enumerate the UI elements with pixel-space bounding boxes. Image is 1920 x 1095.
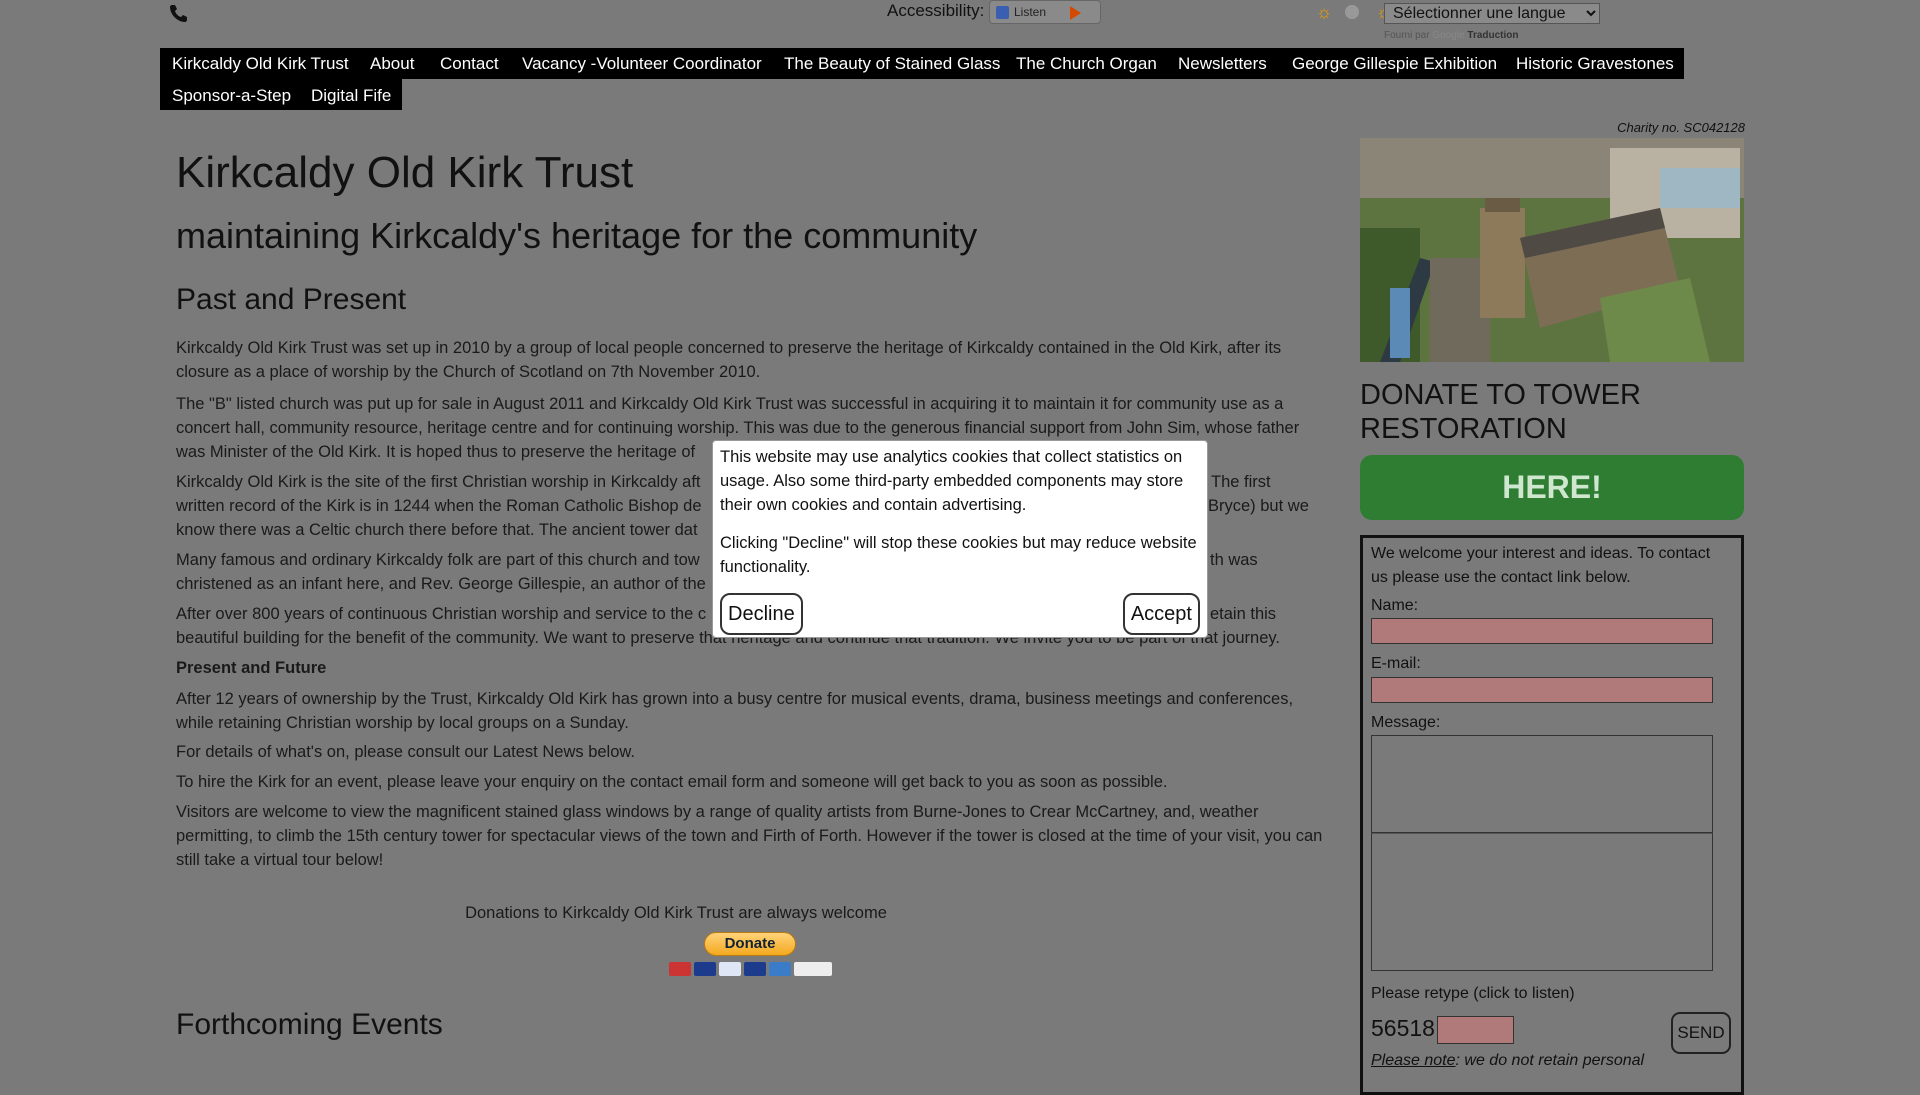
message-label: Message:	[1371, 714, 1441, 731]
google-translate-credit: Fourni par Google Traduction	[1384, 30, 1519, 41]
phone-icon[interactable]	[168, 3, 188, 23]
email-label: E-mail:	[1371, 655, 1421, 672]
listen-button[interactable]: Listen	[989, 0, 1101, 24]
paragraph: For details of what's on, please consult…	[176, 743, 635, 761]
nav-item-home[interactable]: Kirkcaldy Old Kirk Trust	[172, 54, 349, 74]
direct-debit-icon	[794, 962, 832, 976]
nav-item-church-organ[interactable]: The Church Organ	[1016, 54, 1157, 74]
message-textarea-extended[interactable]	[1371, 833, 1713, 971]
nav-item-about[interactable]: About	[370, 54, 414, 74]
section-heading-present-future: Present and Future	[176, 659, 327, 677]
captcha-code[interactable]: 56518	[1371, 1015, 1435, 1042]
captcha-input[interactable]	[1437, 1016, 1514, 1044]
contrast-reset-icon[interactable]	[1345, 5, 1359, 19]
listen-label: Listen	[1014, 5, 1047, 19]
paypal-donate-button[interactable]: Donate	[704, 932, 796, 956]
play-icon[interactable]	[1070, 6, 1081, 20]
donate-here-button[interactable]: HERE!	[1360, 455, 1744, 520]
church-aerial-photo	[1360, 138, 1744, 362]
decline-button[interactable]: Decline	[720, 593, 803, 635]
cookie-consent-modal: This website may use analytics cookies t…	[712, 440, 1208, 638]
language-select[interactable]: Sélectionner une langue	[1384, 3, 1600, 24]
paragraph: To hire the Kirk for an event, please le…	[176, 773, 1168, 791]
nav-item-newsletters[interactable]: Newsletters	[1178, 54, 1267, 74]
paragraph: Many famous and ordinary Kirkcaldy folk …	[176, 551, 700, 569]
visa-icon	[719, 962, 741, 976]
accept-button[interactable]: Accept	[1122, 593, 1200, 635]
paragraph: written record of the Kirk is in 1244 wh…	[176, 497, 702, 515]
nav-item-stained-glass[interactable]: The Beauty of Stained Glass	[784, 54, 1000, 74]
donate-tower-heading: DONATE TO TOWER RESTORATION	[1360, 379, 1641, 445]
paragraph: Kirkcaldy Old Kirk is the site of the fi…	[176, 473, 701, 491]
charity-number: Charity no. SC042128	[1617, 120, 1745, 135]
mastercard-icon	[669, 962, 691, 976]
name-label: Name:	[1371, 597, 1419, 614]
paragraph: christened as an infant here, and Rev. G…	[176, 575, 706, 593]
please-note-link[interactable]: Please note	[1371, 1052, 1456, 1069]
nav-item-gillespie-exhibition[interactable]: George Gillespie Exhibition	[1292, 54, 1497, 74]
amex-icon	[769, 962, 791, 976]
section-heading-past-present: Past and Present	[176, 283, 407, 316]
paragraph: Kirkcaldy Old Kirk Trust was set up in 2…	[176, 339, 1282, 381]
captcha-label[interactable]: Please retype (click to listen)	[1371, 982, 1731, 1006]
page-subtitle: maintaining Kirkcaldy's heritage for the…	[176, 215, 978, 256]
message-textarea[interactable]	[1371, 735, 1713, 833]
section-heading-forthcoming-events: Forthcoming Events	[176, 1008, 443, 1041]
sun-icon[interactable]: ☼	[1315, 3, 1333, 21]
cookie-text: This website may use analytics cookies t…	[720, 448, 1184, 514]
privacy-note: Please note: we do not retain personal	[1371, 1052, 1645, 1069]
name-input[interactable]	[1371, 618, 1713, 644]
speaker-icon	[996, 6, 1009, 19]
email-input[interactable]	[1371, 677, 1713, 703]
accessibility-label: Accessibility:	[887, 1, 985, 20]
cookie-decline-text: Clicking "Decline" will stop these cooki…	[720, 534, 1197, 576]
paragraph: After 12 years of ownership by the Trust…	[176, 690, 1294, 732]
page-title: Kirkcaldy Old Kirk Trust	[176, 148, 634, 197]
paragraph: After over 800 years of continuous Chris…	[176, 605, 707, 623]
paragraph: Visitors are welcome to view the magnifi…	[176, 803, 1323, 869]
nav-item-gravestones[interactable]: Historic Gravestones	[1516, 54, 1674, 74]
visa-electron-icon	[744, 962, 766, 976]
nav-item-sponsor-a-step[interactable]: Sponsor-a-Step	[172, 86, 291, 106]
donations-text: Donations to Kirkcaldy Old Kirk Trust ar…	[465, 904, 887, 922]
send-button[interactable]: SEND	[1671, 1012, 1731, 1054]
nav-item-contact[interactable]: Contact	[440, 54, 499, 74]
nav-item-digital-fife[interactable]: Digital Fife	[311, 86, 391, 106]
paragraph: know there was a Celtic church there bef…	[176, 521, 698, 539]
contact-welcome-text: We welcome your interest and ideas. To c…	[1371, 545, 1711, 586]
nav-item-vacancy[interactable]: Vacancy -Volunteer Coordinator	[522, 54, 762, 74]
maestro-icon	[694, 962, 716, 976]
